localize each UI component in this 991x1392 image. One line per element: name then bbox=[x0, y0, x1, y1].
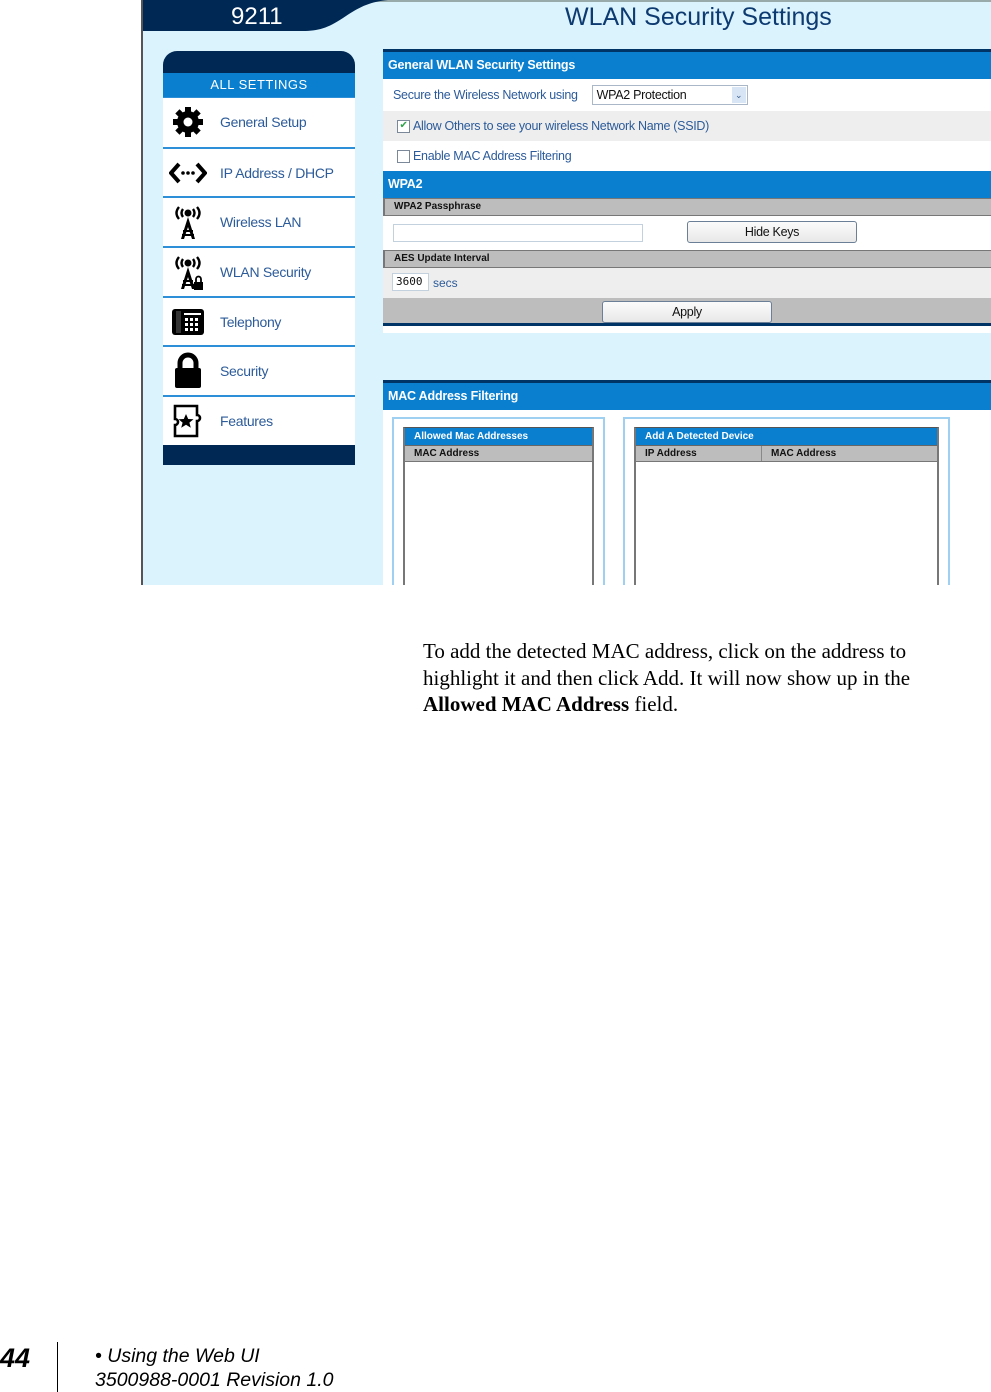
model-number: 9211 bbox=[231, 3, 283, 30]
passphrase-row: Hide Keys bbox=[383, 216, 991, 250]
wpa2-section-header: WPA2 bbox=[383, 171, 991, 198]
allowed-mac-list[interactable] bbox=[405, 462, 592, 585]
wireless-tower-icon bbox=[168, 202, 208, 242]
instruction-paragraph: To add the detected MAC address, click o… bbox=[423, 638, 983, 718]
mac-filter-row: Enable MAC Address Filtering bbox=[383, 141, 991, 171]
gear-icon bbox=[168, 102, 208, 142]
desk-phone-icon bbox=[168, 302, 208, 342]
paragraph-bold-term: Allowed MAC Address bbox=[423, 692, 630, 716]
detected-device-table: Add A Detected Device IP Address MAC Add… bbox=[634, 427, 939, 585]
allowed-mac-columns: MAC Address bbox=[405, 445, 592, 462]
sidebar-item-security[interactable]: Security bbox=[163, 345, 355, 395]
sidebar-item-wireless-lan[interactable]: Wireless LAN bbox=[163, 196, 355, 246]
sidebar-menu: General Setup IP Address / DHCP Wireless… bbox=[163, 97, 355, 445]
sidebar-item-label: Features bbox=[220, 412, 273, 429]
sidebar-item-telephony[interactable]: Telephony bbox=[163, 295, 355, 346]
footer-info: • Using the Web UI 3500988-0001 Revision… bbox=[95, 1344, 334, 1392]
sidebar-cap bbox=[163, 51, 355, 73]
ssid-broadcast-row: ✔ Allow Others to see your wireless Netw… bbox=[383, 111, 991, 141]
security-mode-value: WPA2 Protection bbox=[596, 88, 687, 102]
detected-device-columns: IP Address MAC Address bbox=[636, 445, 937, 462]
ssid-broadcast-checkbox[interactable]: ✔ bbox=[397, 119, 410, 133]
sidebar-item-ip-address-dhcp[interactable]: IP Address / DHCP bbox=[163, 146, 355, 197]
page-title: WLAN Security Settings bbox=[565, 3, 832, 31]
detected-device-title: Add A Detected Device bbox=[636, 428, 937, 445]
footer-divider bbox=[57, 1342, 58, 1392]
sidebar-item-general-setup[interactable]: General Setup bbox=[163, 97, 355, 147]
footer-doc-id: 3500988-0001 Revision 1.0 bbox=[95, 1369, 334, 1391]
sidebar-item-label: Telephony bbox=[220, 313, 282, 330]
settings-sidebar: ALL SETTINGS General Setup IP Address / … bbox=[163, 51, 355, 465]
aes-interval-unit: secs bbox=[433, 276, 458, 290]
general-section-header: General WLAN Security Settings bbox=[383, 52, 991, 79]
chevron-down-icon[interactable]: ⌄ bbox=[731, 87, 746, 103]
sidebar-item-label: Wireless LAN bbox=[220, 214, 302, 231]
wireless-lock-icon bbox=[168, 252, 208, 292]
secure-network-label: Secure the Wireless Network using bbox=[393, 88, 578, 102]
apply-row: Apply bbox=[383, 298, 991, 326]
detected-device-list[interactable] bbox=[636, 462, 937, 585]
sidebar-header: ALL SETTINGS bbox=[163, 73, 355, 97]
sidebar-item-label: IP Address / DHCP bbox=[220, 164, 334, 181]
mac-filtering-header: MAC Address Filtering bbox=[383, 383, 991, 410]
puzzle-star-icon bbox=[168, 401, 208, 441]
general-wlan-security-panel: General WLAN Security Settings Secure th… bbox=[383, 49, 991, 333]
sidebar-item-features[interactable]: Features bbox=[163, 395, 355, 445]
security-mode-select[interactable]: WPA2 Protection ⌄ bbox=[591, 85, 748, 105]
web-ui-screenshot: 9211 WLAN Security Settings ALL SETTINGS bbox=[141, 0, 991, 585]
model-banner: 9211 bbox=[143, 0, 393, 32]
ssid-broadcast-label: Allow Others to see your wireless Networ… bbox=[413, 119, 709, 133]
allowed-mac-table: Allowed Mac Addresses MAC Address bbox=[403, 427, 594, 585]
wpa2-passphrase-label: WPA2 Passphrase bbox=[383, 198, 991, 216]
sidebar-footer-bar bbox=[163, 444, 355, 465]
sidebar-item-label: General Setup bbox=[220, 114, 307, 131]
column-header-mac-address: MAC Address bbox=[414, 448, 480, 459]
mac-filter-checkbox[interactable] bbox=[397, 149, 410, 163]
hide-keys-button[interactable]: Hide Keys bbox=[687, 221, 857, 243]
secure-network-row: Secure the Wireless Network using WPA2 P… bbox=[383, 79, 991, 111]
footer-section-title: • Using the Web UI bbox=[95, 1345, 260, 1367]
mac-filtering-panel: MAC Address Filtering Allowed Mac Addres… bbox=[383, 380, 991, 585]
sidebar-item-label: WLAN Security bbox=[220, 263, 312, 280]
detected-device-box: Add A Detected Device IP Address MAC Add… bbox=[623, 417, 950, 585]
apply-button[interactable]: Apply bbox=[602, 301, 772, 323]
network-arrows-icon bbox=[168, 153, 208, 193]
aes-interval-label: AES Update Interval bbox=[383, 250, 991, 268]
sidebar-item-wlan-security[interactable]: WLAN Security bbox=[163, 246, 355, 296]
padlock-icon bbox=[168, 351, 208, 391]
sidebar-item-label: Security bbox=[220, 363, 269, 380]
allowed-mac-box: Allowed Mac Addresses MAC Address bbox=[392, 417, 605, 585]
aes-interval-row: 3600 secs bbox=[383, 268, 991, 298]
page-number: 44 bbox=[0, 1343, 31, 1373]
checkmark-icon: ✔ bbox=[399, 120, 408, 131]
passphrase-input[interactable] bbox=[393, 224, 643, 242]
column-header-mac-address: MAC Address bbox=[761, 446, 937, 461]
aes-interval-input[interactable]: 3600 bbox=[392, 273, 429, 291]
column-header-ip-address: IP Address bbox=[645, 448, 697, 459]
paragraph-text-end: field. bbox=[629, 692, 679, 716]
paragraph-text: To add the detected MAC address, click o… bbox=[423, 639, 911, 690]
allowed-mac-title: Allowed Mac Addresses bbox=[405, 428, 592, 445]
mac-filter-label: Enable MAC Address Filtering bbox=[413, 149, 572, 163]
